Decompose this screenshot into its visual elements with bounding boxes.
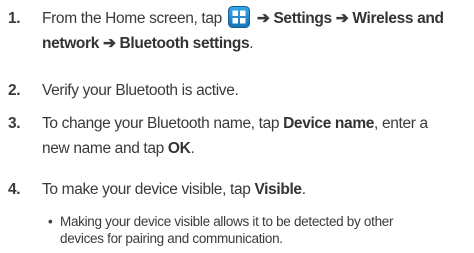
instructions-document: 1. From the Home screen, tap ➔ Settings … <box>0 0 474 253</box>
step-4-line-1: To make your device visible, tap Visible… <box>42 177 470 202</box>
arrow-glyph: ➔ <box>252 10 274 27</box>
bullet-line-1: Making your device visible allows it to … <box>60 214 394 229</box>
ui-term-device-name: Device name <box>283 115 375 132</box>
menu-path-settings: Settings <box>273 10 332 27</box>
step-number: 1. <box>8 10 21 27</box>
step-1-line-1: From the Home screen, tap ➔ Settings ➔ W… <box>42 6 470 31</box>
step-1-line-2: network ➔ Bluetooth settings. <box>42 31 470 56</box>
step-text: To change your Bluetooth name, tap Devic… <box>42 111 470 161</box>
apps-grid-icon <box>227 6 250 28</box>
bullet-line-2: devices for pairing and communication. <box>60 231 283 246</box>
step-text-segment: . <box>190 140 195 157</box>
step-text-segment: From the Home screen, tap <box>42 10 226 27</box>
step-text: To make your device visible, tap Visible… <box>42 177 470 202</box>
step-text-segment: new name and tap <box>42 140 168 157</box>
step-text-segment: . <box>249 35 254 52</box>
step-number: 4. <box>8 181 21 198</box>
arrow-glyph: ➔ <box>331 10 353 27</box>
arrow-glyph: ➔ <box>98 35 120 52</box>
menu-path-bluetooth-settings: Bluetooth settings <box>119 35 250 52</box>
ui-term-ok: OK <box>167 140 191 157</box>
step-2-line-1: Verify your Bluetooth is active. <box>42 82 239 99</box>
step-3-line-1: To change your Bluetooth name, tap Devic… <box>42 111 470 136</box>
ui-term-visible: Visible <box>254 181 302 198</box>
step-text-segment: , enter a <box>374 115 428 132</box>
step-text: Verify your Bluetooth is active. <box>42 78 470 103</box>
step-3-line-2: new name and tap OK. <box>42 136 470 161</box>
menu-path-network: network <box>42 35 99 52</box>
menu-path-wireless: Wireless and <box>352 10 444 27</box>
step-text: From the Home screen, tap ➔ Settings ➔ W… <box>42 6 470 56</box>
step-text-segment: To change your Bluetooth name, tap <box>42 115 284 132</box>
step-text-segment: To make your device visible, tap <box>42 181 255 198</box>
step-text-segment: . <box>301 181 306 198</box>
step-number: 3. <box>8 115 21 132</box>
step-number: 2. <box>8 82 21 99</box>
bullet-dot: • <box>48 214 53 229</box>
